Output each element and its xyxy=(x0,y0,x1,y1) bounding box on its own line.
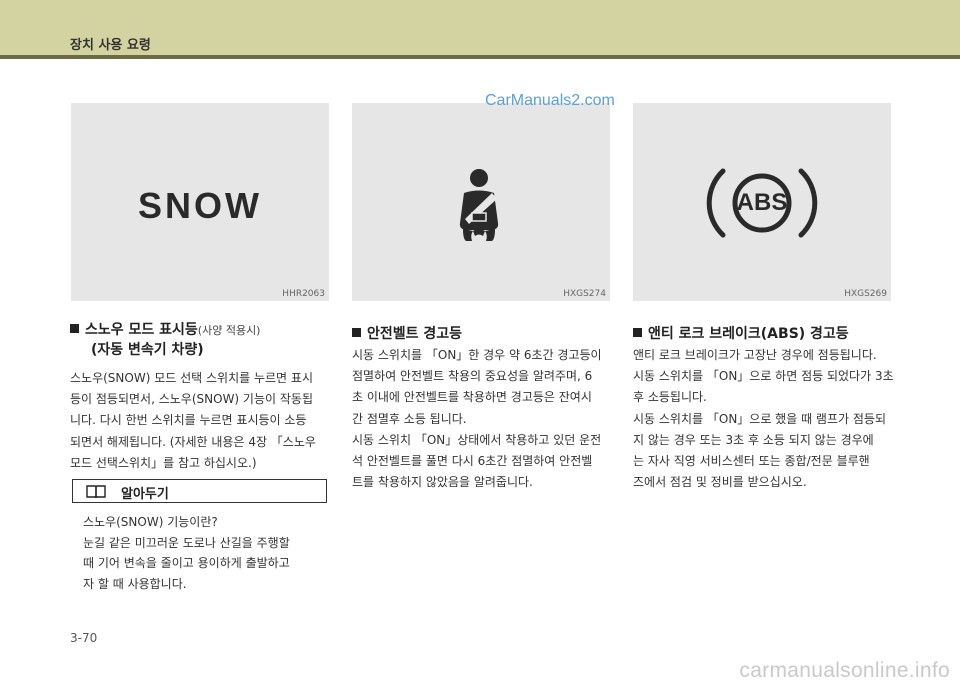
snow-label: SNOW xyxy=(138,185,262,226)
bullet-square xyxy=(633,328,642,337)
abs-section-title: 앤티 로크 브레이크(ABS) 경고등 xyxy=(633,325,849,343)
book-icon xyxy=(86,485,106,499)
snow-indicator-image: SNOW HHR2063 xyxy=(71,103,329,301)
seatbelt-section-title: 안전벨트 경고등 xyxy=(352,325,462,343)
seatbelt-icon xyxy=(459,169,499,241)
seatbelt-section-body: 시동 스위치를 「ON」한 경우 약 6초간 경고등이 점멸하여 안전벨트 착용… xyxy=(352,348,602,490)
seatbelt-indicator-image: HXGS274 xyxy=(352,103,610,301)
bullet-square xyxy=(70,324,79,333)
page-title: 장치 사용 요령 xyxy=(70,38,151,53)
snow-section-body: 스노우(SNOW) 모드 선택 스위치를 누르면 표시 등이 점등되면서, 스노… xyxy=(70,371,316,470)
footer-watermark: carmanualsonline.info xyxy=(739,659,950,682)
snow-section-title: 스노우 모드 표시등(사양 적용시) xyxy=(70,321,260,340)
abs-section-body: 앤티 로크 브레이크가 고장난 경우에 점등됩니다. 시동 스위치를 「ON」으… xyxy=(633,348,894,490)
image-code: HHR2063 xyxy=(282,289,325,299)
image-code: HXGS269 xyxy=(844,289,887,299)
note-label: 알아두기 xyxy=(121,487,169,502)
note-box: 알아두기 xyxy=(72,479,327,503)
image-code: HXGS274 xyxy=(563,289,606,299)
bullet-square xyxy=(352,328,361,337)
header-divider xyxy=(0,55,960,59)
abs-text: ABS xyxy=(736,189,788,216)
abs-indicator-image: ABS HXGS269 xyxy=(633,103,891,301)
snow-section-subtitle: (자동 변속기 차량) xyxy=(91,342,204,358)
page-number: 3-70 xyxy=(70,631,98,645)
note-body: 스노우(SNOW) 기능이란? 눈길 같은 미끄러운 도로나 산길을 주행할 때… xyxy=(83,515,290,591)
watermark: CarManuals2.com xyxy=(485,92,615,109)
